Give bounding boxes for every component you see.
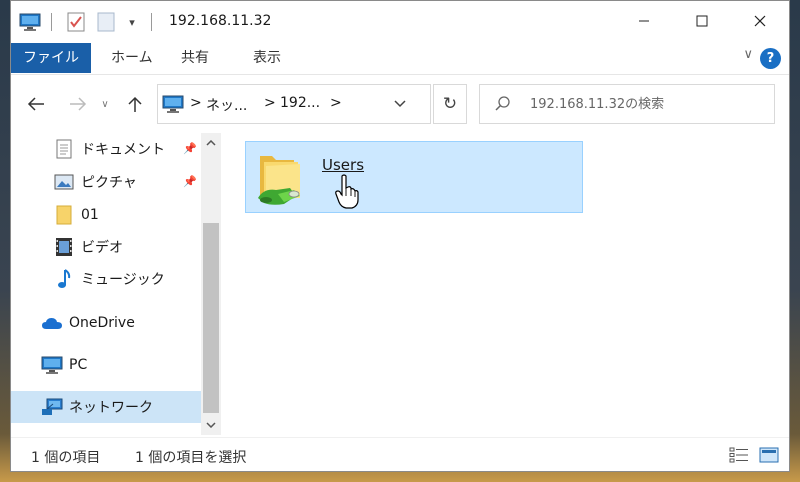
computer-icon[interactable] bbox=[19, 11, 41, 33]
file-explorer-window: ▾ 192.168.11.32 ファイル ホーム 共有 表示 ∨ ? ∨ > ネ… bbox=[10, 0, 790, 472]
search-icon bbox=[494, 95, 514, 115]
list-item-users[interactable]: Users bbox=[245, 141, 583, 213]
nav-item-label: ピクチャ bbox=[81, 175, 137, 191]
scroll-down-button[interactable] bbox=[201, 415, 221, 435]
refresh-button[interactable]: ↻ bbox=[433, 84, 467, 124]
new-folder-icon[interactable] bbox=[95, 11, 117, 33]
hand-cursor-icon bbox=[334, 174, 362, 210]
details-view-icon bbox=[729, 447, 748, 463]
back-arrow-icon bbox=[27, 97, 44, 111]
breadcrumb-separator[interactable]: > bbox=[330, 95, 342, 111]
nav-item-onedrive[interactable]: OneDrive bbox=[11, 307, 201, 339]
nav-item-label: OneDrive bbox=[69, 315, 135, 331]
scrollbar-thumb[interactable] bbox=[203, 223, 219, 413]
tab-share[interactable]: 共有 bbox=[169, 43, 221, 73]
navigation-bar: ∨ > ネッ... > 192... > ↻ bbox=[11, 75, 789, 133]
nav-item-pc[interactable]: PC bbox=[11, 349, 201, 381]
chevron-down-icon bbox=[206, 422, 216, 428]
maximize-button[interactable] bbox=[673, 1, 731, 41]
folder-icon bbox=[53, 205, 75, 225]
selected-count: 1 個の項目を選択 bbox=[135, 450, 247, 466]
recent-locations-button[interactable]: ∨ bbox=[97, 91, 113, 117]
music-icon bbox=[53, 269, 75, 289]
chevron-down-icon bbox=[394, 100, 406, 108]
properties-icon[interactable] bbox=[65, 11, 87, 33]
status-bar: 1 個の項目 1 個の項目を選択 bbox=[11, 437, 789, 471]
large-icons-view-icon bbox=[759, 447, 779, 463]
nav-item-label: ネットワーク bbox=[69, 400, 153, 416]
minimize-button[interactable] bbox=[615, 1, 673, 41]
large-icons-view-button[interactable] bbox=[759, 446, 779, 464]
search-input[interactable] bbox=[530, 93, 760, 115]
network-icon bbox=[41, 397, 63, 417]
window-title: 192.168.11.32 bbox=[169, 13, 272, 29]
address-dropdown-button[interactable] bbox=[394, 94, 406, 112]
back-button[interactable] bbox=[23, 91, 49, 117]
scroll-up-button[interactable] bbox=[201, 133, 221, 153]
shared-folder-icon bbox=[254, 148, 306, 208]
item-name[interactable]: Users bbox=[322, 156, 364, 174]
video-icon bbox=[53, 237, 75, 257]
file-list[interactable]: Users bbox=[223, 133, 789, 435]
help-button[interactable]: ? bbox=[760, 48, 781, 69]
document-icon bbox=[53, 139, 75, 159]
toolbar-separator bbox=[151, 13, 152, 31]
search-box[interactable] bbox=[479, 84, 775, 124]
nav-item-network[interactable]: ネットワーク bbox=[11, 391, 201, 423]
nav-item-documents[interactable]: ドキュメント 📌 bbox=[11, 133, 201, 165]
nav-item-pictures[interactable]: ピクチャ 📌 bbox=[11, 166, 201, 198]
toolbar-separator bbox=[51, 13, 52, 31]
tab-file[interactable]: ファイル bbox=[11, 43, 91, 73]
collapse-ribbon-button[interactable]: ∨ bbox=[743, 47, 753, 62]
computer-icon bbox=[41, 355, 63, 375]
cloud-icon bbox=[41, 313, 63, 333]
chevron-up-icon bbox=[206, 140, 216, 146]
picture-icon bbox=[53, 172, 75, 192]
nav-pane-scrollbar[interactable] bbox=[201, 133, 221, 435]
up-arrow-icon bbox=[128, 96, 142, 112]
item-count: 1 個の項目 bbox=[31, 450, 101, 466]
breadcrumb-separator[interactable]: > bbox=[190, 95, 202, 111]
navigation-pane: ドキュメント 📌 ピクチャ 📌 01 ビデオ ミュージック OneDrive P… bbox=[11, 133, 223, 435]
address-bar[interactable]: > ネッ... > 192... > bbox=[157, 84, 431, 124]
forward-button[interactable] bbox=[65, 91, 91, 117]
breadcrumb-host[interactable]: 192... bbox=[280, 95, 320, 111]
title-bar: ▾ 192.168.11.32 bbox=[11, 1, 789, 43]
nav-item-label: ドキュメント bbox=[81, 142, 165, 158]
refresh-icon: ↻ bbox=[442, 94, 458, 114]
forward-arrow-icon bbox=[70, 97, 87, 111]
nav-item-music[interactable]: ミュージック bbox=[11, 263, 201, 295]
ribbon-tabs: ファイル ホーム 共有 表示 ∨ ? bbox=[11, 43, 789, 75]
nav-item-label: PC bbox=[69, 357, 88, 373]
customize-toolbar-icon[interactable]: ▾ bbox=[121, 11, 143, 33]
breadcrumb-separator[interactable]: > bbox=[264, 95, 276, 111]
breadcrumb-network[interactable]: ネッ... bbox=[206, 95, 247, 115]
nav-item-label: 01 bbox=[81, 207, 99, 223]
computer-icon bbox=[162, 94, 184, 114]
nav-item-label: ビデオ bbox=[81, 240, 123, 256]
close-button[interactable] bbox=[731, 1, 789, 41]
pin-icon[interactable]: 📌 bbox=[183, 175, 197, 188]
details-view-button[interactable] bbox=[729, 446, 749, 464]
nav-item-videos[interactable]: ビデオ bbox=[11, 231, 201, 263]
nav-item-folder-01[interactable]: 01 bbox=[11, 199, 201, 231]
tab-view[interactable]: 表示 bbox=[241, 43, 293, 73]
nav-item-label: ミュージック bbox=[81, 272, 165, 288]
up-button[interactable] bbox=[123, 91, 147, 117]
tab-home[interactable]: ホーム bbox=[99, 43, 165, 73]
pin-icon[interactable]: 📌 bbox=[183, 142, 197, 155]
